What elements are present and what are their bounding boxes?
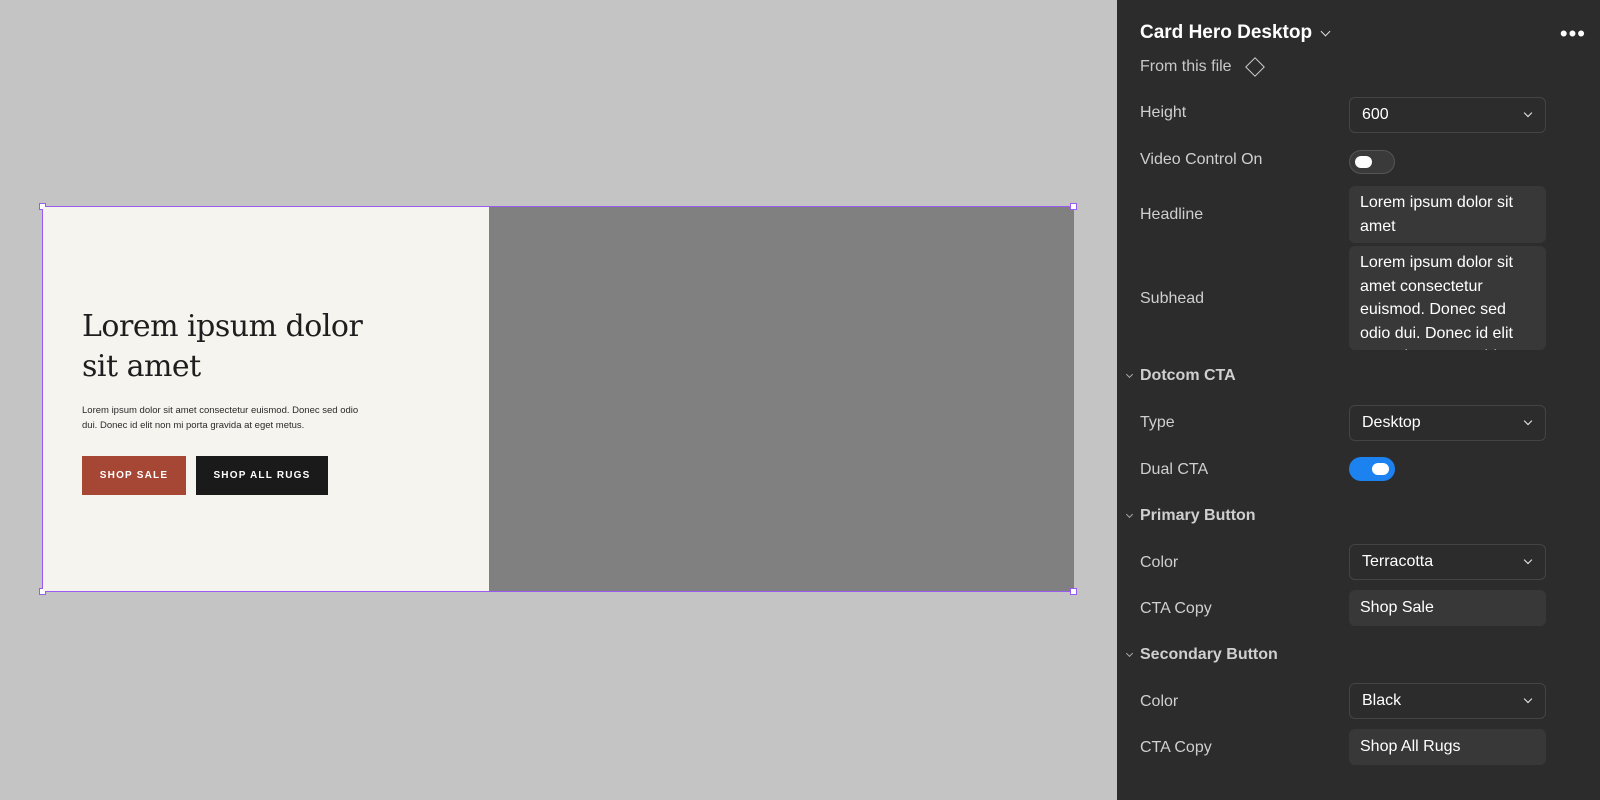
section-label: Primary Button — [1140, 507, 1256, 524]
chevron-down-icon[interactable] — [1320, 26, 1331, 36]
secondary-color-value: Black — [1362, 692, 1402, 709]
headline-field[interactable]: Lorem ipsum dolor sit amet — [1349, 186, 1546, 243]
chevron-down-icon — [1125, 649, 1134, 658]
section-secondary-button[interactable]: Secondary Button — [1125, 646, 1278, 664]
subhead-label: Subhead — [1140, 290, 1205, 307]
height-select[interactable]: 600 — [1349, 97, 1546, 133]
secondary-copy-field[interactable]: Shop All Rugs — [1349, 729, 1546, 765]
secondary-color-select[interactable]: Black — [1349, 683, 1546, 719]
height-value: 600 — [1362, 106, 1389, 123]
shop-all-rugs-button[interactable]: SHOP ALL RUGS — [196, 456, 328, 495]
more-options-icon[interactable]: ••• — [1560, 23, 1586, 45]
video-control-label: Video Control On — [1140, 151, 1263, 168]
hero-subhead: Lorem ipsum dolor sit amet consectetur e… — [82, 405, 359, 431]
properties-panel: Card Hero Desktop ••• From this file Hei… — [1117, 0, 1600, 800]
hero-cta-group: SHOP SALE SHOP ALL RUGS — [82, 456, 328, 495]
section-label: Dotcom CTA — [1140, 367, 1236, 384]
primary-copy-label: CTA Copy — [1140, 600, 1212, 617]
type-select[interactable]: Desktop — [1349, 405, 1546, 441]
chevron-down-icon — [1523, 694, 1533, 704]
type-value: Desktop — [1362, 414, 1421, 431]
hero-media-placeholder — [489, 207, 1073, 591]
component-header[interactable]: Card Hero Desktop — [1140, 22, 1331, 44]
primary-color-label: Color — [1140, 554, 1179, 571]
component-diamond-icon[interactable] — [1244, 57, 1265, 77]
resize-handle-top-right[interactable] — [1070, 203, 1077, 210]
chevron-down-icon — [1523, 108, 1533, 118]
subhead-field[interactable]: Lorem ipsum dolor sit amet consectetur e… — [1349, 246, 1546, 350]
primary-color-value: Terracotta — [1362, 553, 1434, 570]
toggle-knob — [1372, 463, 1389, 475]
type-label: Type — [1140, 414, 1175, 431]
height-label: Height — [1140, 104, 1187, 121]
primary-color-select[interactable]: Terracotta — [1349, 544, 1546, 580]
video-control-toggle[interactable] — [1349, 150, 1395, 174]
chevron-down-icon — [1523, 416, 1533, 426]
hero-text-panel: Lorem ipsum dolor sit amet Lorem ipsum d… — [43, 207, 489, 591]
chevron-down-icon — [1125, 370, 1134, 379]
dual-cta-toggle[interactable] — [1349, 457, 1395, 481]
secondary-color-label: Color — [1140, 693, 1179, 710]
source-label: From this file — [1140, 58, 1232, 75]
toggle-knob — [1355, 156, 1372, 168]
card-hero-frame[interactable]: Lorem ipsum dolor sit amet Lorem ipsum d… — [39, 203, 1077, 595]
headline-label: Headline — [1140, 206, 1204, 223]
section-primary-button[interactable]: Primary Button — [1125, 507, 1256, 525]
section-dotcom-cta[interactable]: Dotcom CTA — [1125, 367, 1236, 385]
resize-handle-bottom-right[interactable] — [1070, 588, 1077, 595]
component-title: Card Hero Desktop — [1140, 22, 1313, 43]
component-source: From this file — [1140, 57, 1265, 77]
dual-cta-label: Dual CTA — [1140, 461, 1209, 478]
chevron-down-icon — [1523, 555, 1533, 565]
shop-sale-button[interactable]: SHOP SALE — [82, 456, 186, 495]
chevron-down-icon — [1125, 510, 1134, 519]
design-canvas[interactable]: Lorem ipsum dolor sit amet Lorem ipsum d… — [0, 0, 1117, 800]
section-label: Secondary Button — [1140, 646, 1278, 663]
secondary-copy-label: CTA Copy — [1140, 739, 1212, 756]
primary-copy-field[interactable]: Shop Sale — [1349, 590, 1546, 626]
hero-headline: Lorem ipsum dolor sit amet — [82, 309, 363, 384]
